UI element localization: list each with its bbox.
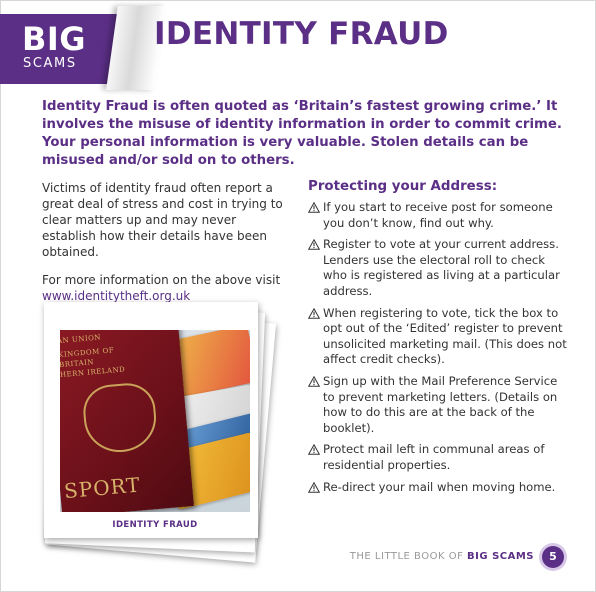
tip-text: Register to vote at your current address… bbox=[323, 237, 560, 298]
passport-text-line: AN UNION bbox=[60, 333, 102, 346]
passport-text-line: KINGDOM OF bbox=[60, 346, 115, 360]
tip-item: If you start to receive post for someone… bbox=[308, 200, 572, 231]
polaroid-front: AN UNION KINGDOM OF BRITAIN HERN IRELAND… bbox=[44, 302, 258, 538]
footer-book-title: THE LITTLE BOOK OF BIG SCAMS bbox=[350, 551, 534, 562]
tip-text: Re-direct your mail when moving home. bbox=[323, 479, 556, 494]
footer-bold: BIG SCAMS bbox=[467, 551, 534, 562]
page-number: 5 bbox=[542, 546, 564, 568]
footer-prefix: THE LITTLE BOOK OF bbox=[349, 551, 468, 562]
warning-triangle-icon bbox=[308, 444, 320, 456]
passport-cards-photo: AN UNION KINGDOM OF BRITAIN HERN IRELAND… bbox=[60, 330, 250, 512]
tip-item: Sign up with the Mail Preference Service… bbox=[308, 374, 572, 436]
warning-triangle-icon bbox=[308, 375, 320, 387]
more-info-text: For more information on the above visit bbox=[42, 273, 281, 287]
photo-polaroid-stack: AN UNION KINGDOM OF BRITAIN HERN IRELAND… bbox=[40, 300, 280, 563]
passport-word: SPORT bbox=[63, 472, 142, 504]
warning-triangle-icon bbox=[308, 239, 320, 250]
royal-crest-icon bbox=[81, 380, 159, 456]
tip-text: If you start to receive post for someone… bbox=[323, 200, 553, 230]
tip-text: When registering to vote, tick the box t… bbox=[323, 305, 567, 367]
warning-triangle-icon bbox=[308, 307, 320, 319]
tip-item: Protect mail left in communal areas of r… bbox=[308, 442, 572, 473]
warning-triangle-icon bbox=[308, 481, 320, 493]
page-title: IDENTITY FRAUD bbox=[154, 16, 449, 52]
intro-paragraph: Identity Fraud is often quoted as ‘Brita… bbox=[42, 99, 562, 168]
tip-item: Re-direct your mail when moving home. bbox=[308, 480, 572, 496]
tip-item: When registering to vote, tick the box t… bbox=[308, 306, 572, 368]
tip-text: Sign up with the Mail Preference Service… bbox=[323, 373, 558, 435]
victims-paragraph: Victims of identity fraud often report a… bbox=[42, 181, 283, 259]
right-column: Protecting your Address: If you start to… bbox=[308, 178, 572, 501]
passport-image: AN UNION KINGDOM OF BRITAIN HERN IRELAND… bbox=[60, 330, 194, 512]
tip-text: Protect mail left in communal areas of r… bbox=[323, 442, 545, 472]
tips-list: If you start to receive post for someone… bbox=[308, 200, 572, 495]
left-column: Victims of identity fraud often report a… bbox=[42, 180, 290, 316]
tip-item: Register to vote at your current address… bbox=[308, 237, 572, 299]
warning-triangle-icon bbox=[308, 202, 320, 213]
badge-scams-text: SCAMS bbox=[23, 56, 77, 71]
protecting-address-heading: Protecting your Address: bbox=[308, 179, 498, 194]
photo-caption: IDENTITY FRAUD bbox=[112, 520, 198, 530]
badge-big-text: BIG bbox=[22, 20, 87, 58]
